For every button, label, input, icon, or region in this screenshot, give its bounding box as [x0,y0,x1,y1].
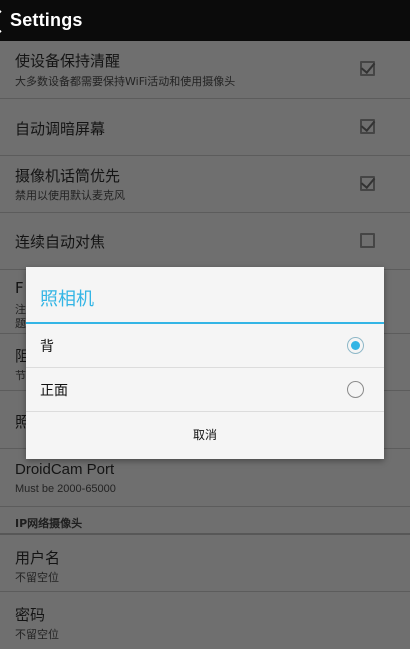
option-label: 正面 [40,383,68,399]
setting-title: 密码 [15,606,46,624]
setting-summary: Must be 2000-65000 [15,483,116,495]
setting-summary: 禁用以使用默认麦克风 [15,189,125,202]
setting-title: DroidCam Port [15,461,115,478]
setting-title: 摄像机话筒优先 [15,167,121,185]
setting-username[interactable]: 用户名 不留空位 [0,535,410,591]
setting-continuous-focus[interactable]: 连续自动对焦 [0,213,410,269]
setting-title: 自动调暗屏幕 [15,120,106,138]
back-arrow-icon[interactable] [0,0,10,41]
setting-camera-mic[interactable]: 摄像机话筒优先 禁用以使用默认麦克风 [0,156,410,212]
setting-title: 连续自动对焦 [15,233,106,251]
camera-mic-checkbox[interactable] [360,176,375,191]
setting-auto-dim[interactable]: 自动调暗屏幕 [0,99,410,155]
setting-summary: 不留空位 [15,571,59,584]
option-label: 背 [40,339,54,355]
action-bar: Settings [0,0,410,41]
cancel-button[interactable]: 取消 [26,412,384,457]
keep-awake-checkbox[interactable] [360,61,375,76]
category-header-ip-webcam: IP网络摄像头 [15,517,83,530]
auto-dim-checkbox[interactable] [360,119,375,134]
radio-selected-icon[interactable] [347,337,364,354]
setting-title: F [15,279,24,297]
setting-summary: 节 [15,369,26,382]
dialog-title: 照相机 [40,289,94,310]
action-bar-title: Settings [10,10,83,30]
option-back-camera[interactable]: 背 [26,324,384,367]
setting-title: 使设备保持清醒 [15,52,121,70]
setting-summary: 不留空位 [15,628,59,641]
continuous-focus-checkbox[interactable] [360,233,375,248]
setting-password[interactable]: 密码 不留空位 [0,592,410,649]
camera-select-dialog: 照相机 背 正面 取消 [26,267,384,459]
setting-title: 用户名 [15,549,61,567]
divider [0,506,410,507]
option-front-camera[interactable]: 正面 [26,368,384,411]
setting-summary: 大多数设备都需要保持WiFi活动和使用摄像头 [15,75,236,88]
setting-summary: 题 [15,317,26,330]
radio-unselected-icon[interactable] [347,381,364,398]
setting-keep-awake[interactable]: 使设备保持清醒 大多数设备都需要保持WiFi活动和使用摄像头 [0,41,410,98]
